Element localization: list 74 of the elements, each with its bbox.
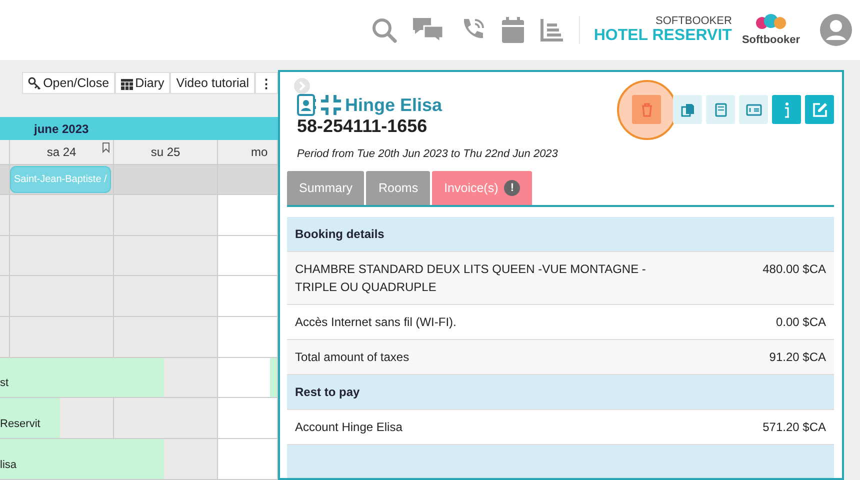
calendar-cell[interactable] bbox=[218, 195, 278, 236]
calendar-cell[interactable] bbox=[0, 195, 10, 236]
card-button[interactable] bbox=[739, 95, 768, 124]
company-label: SOFTBOOKER bbox=[656, 15, 732, 27]
line-amount: 91.20 $CA bbox=[769, 349, 826, 366]
line-amount: 571.20 $CA bbox=[762, 419, 826, 436]
tab[interactable]: Invoice(s) ! bbox=[432, 171, 532, 205]
calendar-icon bbox=[121, 76, 134, 90]
toolbar-button[interactable]: Video tutorial bbox=[170, 72, 255, 94]
line-description: Total amount of taxes bbox=[295, 349, 410, 366]
contact-icon bbox=[297, 94, 317, 116]
calendar-cell[interactable] bbox=[10, 317, 114, 358]
calendar-cell[interactable] bbox=[10, 276, 114, 318]
calendar-cell[interactable] bbox=[114, 276, 218, 318]
edit-button[interactable] bbox=[805, 95, 834, 124]
info-button[interactable] bbox=[772, 95, 801, 124]
calendar-cell[interactable] bbox=[0, 317, 10, 358]
info-icon bbox=[784, 102, 790, 118]
booking-bar[interactable]: Reservit bbox=[0, 398, 60, 440]
avatar-icon[interactable] bbox=[820, 14, 852, 46]
logo-text: Softbooker bbox=[742, 34, 800, 46]
line-description: Account Hinge Elisa bbox=[295, 419, 402, 436]
calendar-cell[interactable] bbox=[114, 398, 218, 440]
calendar-cell[interactable] bbox=[114, 195, 218, 236]
more-button[interactable]: ⋮ bbox=[255, 72, 278, 94]
calendar-icon[interactable] bbox=[500, 16, 525, 44]
calendar-cell[interactable] bbox=[218, 439, 278, 480]
calendar-cell[interactable] bbox=[218, 276, 278, 318]
book-button[interactable] bbox=[706, 95, 735, 124]
calendar-cell[interactable] bbox=[114, 317, 218, 358]
day-header: sa 24 bbox=[46, 145, 76, 159]
book-icon bbox=[714, 102, 726, 116]
calendar-cell[interactable] bbox=[218, 236, 278, 276]
alert-badge: ! bbox=[504, 180, 520, 196]
calendar-cell[interactable] bbox=[0, 236, 10, 276]
guest-name: Hinge Elisa bbox=[345, 94, 442, 116]
copy-icon bbox=[680, 102, 694, 116]
line-amount: 0.00 $CA bbox=[776, 314, 826, 331]
calendar-cell[interactable] bbox=[218, 317, 278, 358]
trash-icon bbox=[640, 102, 652, 116]
section-header: Booking details bbox=[287, 217, 834, 252]
line-description: CHAMBRE STANDARD DEUX LITS QUEEN -VUE MONTAGNE - TRIPLE OU QUADRUPLE bbox=[295, 261, 647, 296]
line-description: Accès Internet sans fil (WI-FI). bbox=[295, 314, 456, 331]
calendar-cell[interactable] bbox=[164, 358, 218, 398]
toolbar-button[interactable]: Diary bbox=[115, 72, 170, 94]
key-icon bbox=[28, 76, 42, 90]
toolbar-button[interactable]: Open/Close bbox=[22, 72, 116, 94]
chevron-icon[interactable] bbox=[294, 78, 310, 94]
copy-button[interactable] bbox=[673, 95, 702, 124]
list-icon[interactable] bbox=[538, 17, 565, 43]
period-text: Period from Tue 20th Jun 2023 to Thu 22nd Jun 2023 bbox=[297, 148, 559, 160]
booking-bar[interactable]: st bbox=[0, 358, 164, 398]
calendar-cell[interactable] bbox=[164, 439, 218, 480]
section-header: Rest to pay bbox=[287, 375, 834, 410]
day-header: su 25 bbox=[150, 145, 180, 159]
calendar-cell[interactable] bbox=[60, 398, 114, 440]
calendar-cell[interactable] bbox=[114, 236, 218, 276]
compress-icon[interactable] bbox=[320, 94, 342, 116]
calendar-cell[interactable] bbox=[10, 236, 114, 276]
calendar-cell[interactable] bbox=[0, 276, 10, 318]
delete-button[interactable] bbox=[632, 95, 661, 124]
line-amount: 480.00 $CA bbox=[762, 261, 826, 278]
search-icon[interactable] bbox=[370, 17, 397, 43]
card-icon bbox=[746, 104, 762, 116]
month-header: june 2023 bbox=[0, 117, 278, 140]
hotel-name: HOTEL RESERVIT bbox=[594, 27, 732, 45]
booking-number: 58-254111-1656 bbox=[296, 116, 428, 137]
booking-bar[interactable] bbox=[270, 358, 277, 398]
edit-icon bbox=[812, 102, 828, 118]
bookmark-icon[interactable] bbox=[102, 142, 110, 153]
calendar-cell[interactable] bbox=[218, 398, 278, 440]
booking-bar[interactable]: lisa bbox=[0, 439, 164, 480]
day-header: mo bbox=[251, 145, 268, 159]
calendar-cell[interactable] bbox=[10, 195, 114, 236]
